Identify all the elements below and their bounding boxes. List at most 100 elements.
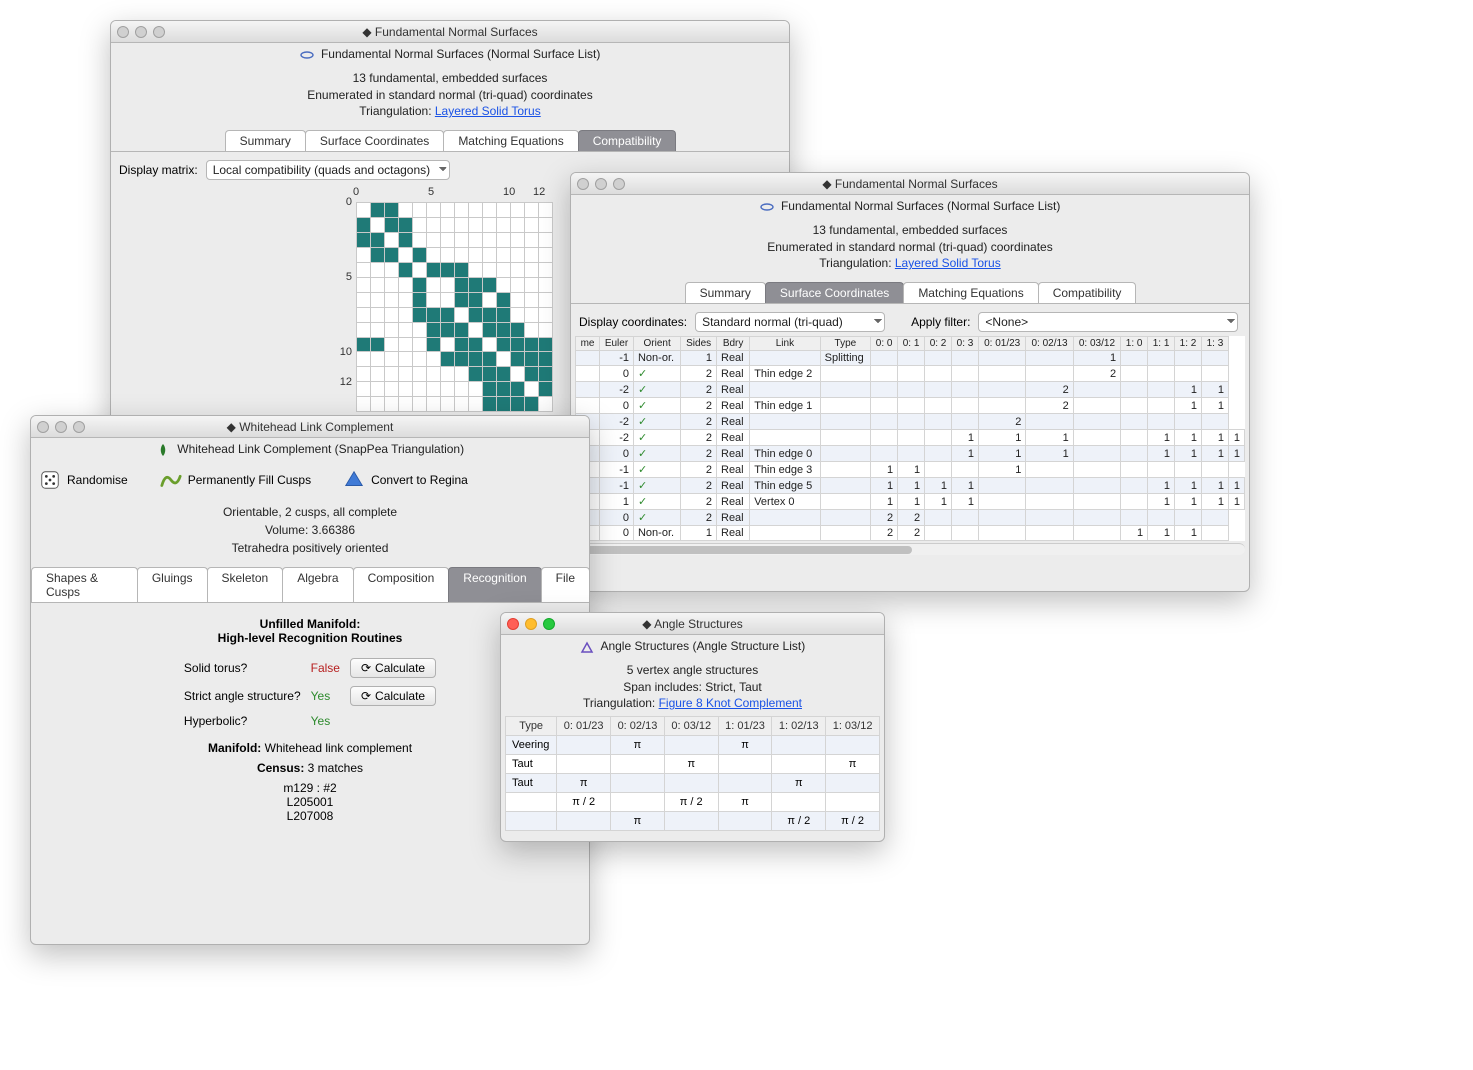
titlebar[interactable]: ◆ Fundamental Normal Surfaces — [111, 21, 789, 43]
recog-head1: Unfilled Manifold: — [260, 617, 361, 631]
triangulation-label: Triangulation: — [819, 256, 891, 270]
refresh-icon: ⟳ — [361, 689, 371, 703]
hyperbolic-label: Hyperbolic? — [183, 713, 302, 729]
close-icon[interactable] — [117, 26, 129, 38]
tab-gluings[interactable]: Gluings — [137, 567, 208, 602]
display-coord-label: Display coordinates: — [579, 315, 687, 329]
convert-regina-label: Convert to Regina — [371, 473, 468, 487]
surface-table[interactable]: meEulerOrientSidesBdryLinkType0: 00: 10:… — [575, 336, 1245, 541]
titlebar[interactable]: ◆ Fundamental Normal Surfaces — [571, 173, 1249, 195]
triangulation-link[interactable]: Figure 8 Knot Complement — [659, 696, 802, 710]
tab-shapes-cusps[interactable]: Shapes & Cusps — [31, 567, 138, 602]
tab-matching-equations[interactable]: Matching Equations — [443, 130, 578, 151]
angle-icon — [580, 640, 594, 654]
zoom-icon[interactable] — [73, 421, 85, 433]
diamond-icon: ◆ — [822, 177, 835, 191]
tab-surface-coordinates[interactable]: Surface Coordinates — [765, 282, 904, 303]
manifold-label: Manifold: — [208, 741, 261, 755]
triangulation-link[interactable]: Layered Solid Torus — [435, 104, 541, 118]
dice-icon — [39, 469, 61, 491]
convert-regina-icon — [343, 469, 365, 491]
recog-head2: High-level Recognition Routines — [218, 631, 403, 645]
zoom-icon[interactable] — [613, 178, 625, 190]
filter-select[interactable]: <None> — [978, 312, 1238, 332]
summary-line-2: Enumerated in standard normal (tri-quad)… — [767, 240, 1052, 254]
minimize-icon[interactable] — [135, 26, 147, 38]
tab-algebra[interactable]: Algebra — [282, 567, 353, 602]
window-surface-coords: ◆ Fundamental Normal Surfaces Fundamenta… — [570, 172, 1250, 592]
minimize-icon[interactable] — [525, 618, 537, 630]
compatibility-matrix — [356, 202, 553, 412]
tab-skeleton[interactable]: Skeleton — [207, 567, 284, 602]
randomise-label: Randomise — [67, 473, 128, 487]
subtitle: Fundamental Normal Surfaces (Normal Surf… — [321, 47, 600, 61]
subtitle: Angle Structures (Angle Structure List) — [600, 639, 805, 653]
fill-cusps-icon — [160, 469, 182, 491]
tab-matching-equations[interactable]: Matching Equations — [903, 282, 1038, 303]
diamond-icon: ◆ — [642, 617, 654, 631]
summary-line-1: 5 vertex angle structures — [627, 663, 758, 677]
minimize-icon[interactable] — [595, 178, 607, 190]
triangulation-label: Triangulation: — [583, 696, 655, 710]
angle-table[interactable]: Type0: 01/230: 02/130: 03/121: 01/231: 0… — [505, 716, 880, 831]
tab-compatibility[interactable]: Compatibility — [578, 130, 677, 151]
tab-surface-coordinates[interactable]: Surface Coordinates — [305, 130, 444, 151]
tab-bar: SummarySurface CoordinatesMatching Equat… — [571, 282, 1249, 303]
filter-label: Apply filter: — [911, 315, 970, 329]
zoom-icon[interactable] — [153, 26, 165, 38]
display-coord-select[interactable]: Standard normal (tri-quad) — [695, 312, 885, 332]
randomise-tool[interactable]: Randomise — [39, 469, 128, 491]
zoom-icon[interactable] — [543, 618, 555, 630]
tab-compatibility[interactable]: Compatibility — [1038, 282, 1137, 303]
display-matrix-select[interactable]: Local compatibility (quads and octagons) — [206, 160, 450, 180]
surface-list-icon — [760, 200, 774, 214]
titlebar[interactable]: ◆ Angle Structures — [501, 613, 884, 635]
recognition-table: Solid torus? False ⟳ Calculate Strict an… — [175, 651, 445, 735]
tab-bar: Shapes & CuspsGluingsSkeletonAlgebraComp… — [31, 567, 589, 602]
solid-torus-value: False — [310, 657, 341, 679]
strict-angle-label: Strict angle structure? — [183, 685, 302, 707]
close-icon[interactable] — [507, 618, 519, 630]
calculate-button[interactable]: ⟳ Calculate — [350, 686, 436, 706]
subtitle: Fundamental Normal Surfaces (Normal Surf… — [781, 199, 1060, 213]
info1: Orientable, 2 cusps, all complete — [223, 505, 397, 519]
hscrollbar[interactable] — [575, 543, 1245, 555]
display-matrix-label: Display matrix: — [119, 163, 198, 177]
convert-regina-tool[interactable]: Convert to Regina — [343, 469, 468, 491]
subtitle: Whitehead Link Complement (SnapPea Trian… — [177, 442, 464, 456]
summary-line-1: 13 fundamental, embedded surfaces — [813, 223, 1008, 237]
window-title: Fundamental Normal Surfaces — [835, 177, 998, 191]
manifold-value: Whitehead link complement — [265, 741, 412, 755]
census-value: 3 matches — [308, 761, 363, 775]
diamond-icon: ◆ — [362, 25, 375, 39]
diamond-icon: ◆ — [227, 420, 240, 434]
tab-summary[interactable]: Summary — [685, 282, 766, 303]
window-title: Whitehead Link Complement — [239, 420, 393, 434]
calculate-button[interactable]: ⟳ Calculate — [350, 658, 436, 678]
tab-recognition[interactable]: Recognition — [448, 567, 541, 602]
fill-cusps-tool[interactable]: Permanently Fill Cusps — [160, 469, 311, 491]
fill-cusps-label: Permanently Fill Cusps — [188, 473, 311, 487]
tab-summary[interactable]: Summary — [225, 130, 306, 151]
summary-line-1: 13 fundamental, embedded surfaces — [353, 71, 548, 85]
window-angle-structures: ◆ Angle Structures Angle Structures (Ang… — [500, 612, 885, 842]
triangulation-link[interactable]: Layered Solid Torus — [895, 256, 1001, 270]
window-title: Angle Structures — [654, 617, 743, 631]
info3: Tetrahedra positively oriented — [232, 541, 389, 555]
snappea-icon — [156, 443, 170, 457]
strict-angle-value: Yes — [310, 685, 341, 707]
census-label: Census: — [257, 761, 304, 775]
titlebar[interactable]: ◆ Whitehead Link Complement — [31, 416, 589, 438]
solid-torus-label: Solid torus? — [183, 657, 302, 679]
triangulation-label: Triangulation: — [359, 104, 431, 118]
minimize-icon[interactable] — [55, 421, 67, 433]
window-title: Fundamental Normal Surfaces — [375, 25, 538, 39]
tab-file[interactable]: File — [541, 567, 590, 602]
summary-line-2: Span includes: Strict, Taut — [623, 680, 762, 694]
info2: Volume: 3.66386 — [265, 523, 355, 537]
close-icon[interactable] — [37, 421, 49, 433]
tab-composition[interactable]: Composition — [353, 567, 450, 602]
surface-list-icon — [300, 48, 314, 62]
refresh-icon: ⟳ — [361, 661, 371, 675]
close-icon[interactable] — [577, 178, 589, 190]
